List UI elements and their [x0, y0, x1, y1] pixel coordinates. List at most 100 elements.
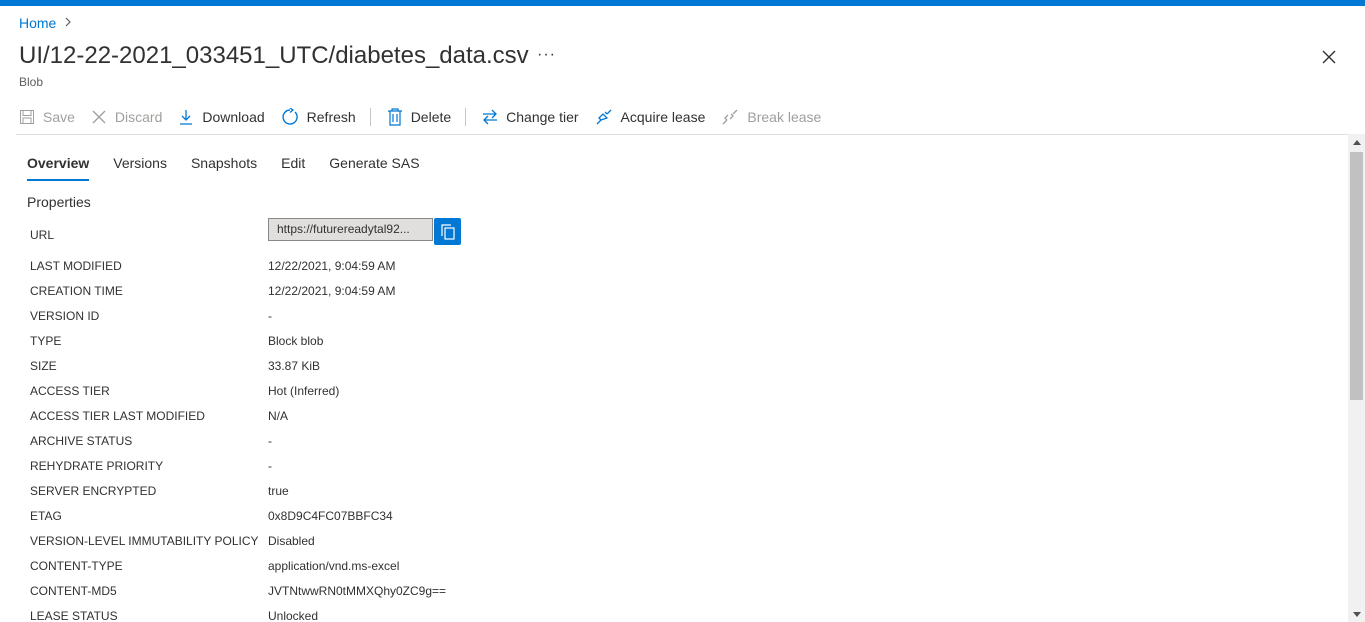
vertical-scrollbar[interactable]: [1348, 134, 1365, 622]
property-key: VERSION ID: [30, 309, 100, 323]
top-accent-bar: [0, 0, 1365, 6]
change-tier-button[interactable]: Change tier: [482, 104, 579, 130]
discard-button[interactable]: Discard: [91, 104, 162, 130]
property-key: ACCESS TIER LAST MODIFIED: [30, 409, 205, 423]
more-options-button[interactable]: ···: [537, 46, 556, 64]
refresh-label: Refresh: [306, 109, 356, 125]
property-value: -: [268, 309, 272, 323]
tab-list: Overview Versions Snapshots Edit Generat…: [27, 155, 444, 181]
url-field[interactable]: https://futurereadytal92...: [268, 218, 433, 241]
property-value: JVTNtwwRN0tMMXQhy0ZC9g==: [268, 584, 447, 598]
close-icon: [1322, 50, 1336, 64]
close-button[interactable]: [1318, 46, 1340, 68]
toolbar-separator: [369, 108, 371, 126]
tab-snapshots[interactable]: Snapshots: [191, 155, 257, 181]
breadcrumb: Home: [19, 15, 72, 31]
property-value: 12/22/2021, 9:04:59 AM: [268, 284, 396, 298]
property-value: application/vnd.ms-excel: [268, 559, 400, 573]
property-row: CONTENT-MD5 JVTNtwwRN0tMMXQhy0ZC9g==: [30, 584, 730, 609]
property-value: Hot (Inferred): [268, 384, 340, 398]
copy-url-button[interactable]: [434, 218, 461, 245]
properties-heading: Properties: [27, 194, 91, 210]
download-icon: [180, 110, 193, 125]
property-key: TYPE: [30, 334, 62, 348]
scrollbar-thumb[interactable]: [1350, 152, 1363, 400]
property-row: ETAG 0x8D9C4FC07BBFC34: [30, 509, 730, 534]
save-button[interactable]: Save: [19, 104, 75, 130]
scroll-down-arrow[interactable]: [1348, 606, 1365, 622]
property-key: URL: [30, 228, 55, 242]
save-label: Save: [43, 109, 75, 125]
property-row: LEASE STATUS Unlocked: [30, 609, 730, 622]
property-key: REHYDRATE PRIORITY: [30, 459, 164, 473]
caret-up-icon: [1352, 139, 1361, 145]
broken-link-icon: [722, 109, 738, 125]
tab-overview[interactable]: Overview: [27, 155, 90, 181]
trash-icon: [387, 108, 402, 126]
property-value: Block blob: [268, 334, 324, 348]
discard-label: Discard: [114, 109, 163, 125]
property-row: ARCHIVE STATUS -: [30, 434, 730, 459]
swap-arrows-icon: [483, 109, 498, 125]
save-icon: [20, 110, 34, 124]
property-value: N/A: [268, 409, 289, 423]
download-button[interactable]: Download: [178, 104, 265, 130]
caret-down-icon: [1352, 611, 1361, 617]
property-row: VERSION-LEVEL IMMUTABILITY POLICY Disable…: [30, 534, 730, 559]
property-row: ACCESS TIER LAST MODIFIED N/A: [30, 409, 730, 434]
toolbar-separator: [465, 108, 467, 126]
delete-button[interactable]: Delete: [387, 104, 451, 130]
chevron-right-icon: [64, 16, 72, 30]
property-value: -: [268, 459, 272, 473]
property-key: LEASE STATUS: [30, 609, 118, 622]
property-value: 0x8D9C4FC07BBFC34: [268, 509, 393, 523]
tab-versions[interactable]: Versions: [113, 155, 167, 181]
property-key: VERSION-LEVEL IMMUTABILITY POLICY: [30, 534, 259, 548]
property-key: ARCHIVE STATUS: [30, 434, 133, 448]
scroll-up-arrow[interactable]: [1348, 134, 1365, 150]
property-key: ACCESS TIER: [30, 384, 110, 398]
page-title: UI/12-22-2021_033451_UTC/diabetes_data.c…: [19, 42, 529, 69]
refresh-button[interactable]: Refresh: [281, 104, 356, 130]
tab-edit[interactable]: Edit: [281, 155, 305, 181]
delete-label: Delete: [410, 109, 452, 125]
page-subtitle: Blob: [19, 75, 44, 89]
property-row: LAST MODIFIED 12/22/2021, 9:04:59 AM: [30, 259, 730, 284]
property-row: REHYDRATE PRIORITY -: [30, 459, 730, 484]
break-lease-label: Break lease: [747, 109, 822, 125]
link-icon: [596, 109, 612, 125]
change-tier-label: Change tier: [506, 109, 579, 125]
property-row-url: URL https://futurereadytal92...: [30, 218, 730, 245]
property-key: SERVER ENCRYPTED: [30, 484, 157, 498]
acquire-lease-button[interactable]: Acquire lease: [595, 104, 706, 130]
toolbar-divider: [16, 134, 1348, 135]
property-row: CREATION TIME 12/22/2021, 9:04:59 AM: [30, 284, 730, 309]
break-lease-button[interactable]: Break lease: [721, 104, 821, 130]
property-row: ACCESS TIER Hot (Inferred): [30, 384, 730, 409]
property-row: TYPE Block blob: [30, 334, 730, 359]
property-key: SIZE: [30, 359, 57, 373]
property-row: SERVER ENCRYPTED true: [30, 484, 730, 509]
property-value: true: [268, 484, 289, 498]
property-key: LAST MODIFIED: [30, 259, 122, 273]
property-key: CONTENT-TYPE: [30, 559, 123, 573]
property-value: 33.87 KiB: [268, 359, 321, 373]
command-bar: Save Discard Download Refresh Delete Cha…: [19, 104, 837, 130]
acquire-lease-label: Acquire lease: [620, 109, 706, 125]
property-value: Disabled: [268, 534, 315, 548]
property-row: CONTENT-TYPE application/vnd.ms-excel: [30, 559, 730, 584]
tab-generate-sas[interactable]: Generate SAS: [329, 155, 419, 181]
property-value: Unlocked: [268, 609, 319, 622]
copy-icon: [440, 223, 455, 240]
discard-icon: [92, 110, 106, 124]
property-value: 12/22/2021, 9:04:59 AM: [268, 259, 396, 273]
property-key: ETAG: [30, 509, 62, 523]
refresh-icon: [282, 108, 298, 125]
property-key: CREATION TIME: [30, 284, 123, 298]
download-label: Download: [202, 109, 265, 125]
property-value: -: [268, 434, 272, 448]
property-row: VERSION ID -: [30, 309, 730, 334]
property-key: CONTENT-MD5: [30, 584, 117, 598]
breadcrumb-home-link[interactable]: Home: [19, 15, 56, 31]
property-row: SIZE 33.87 KiB: [30, 359, 730, 384]
